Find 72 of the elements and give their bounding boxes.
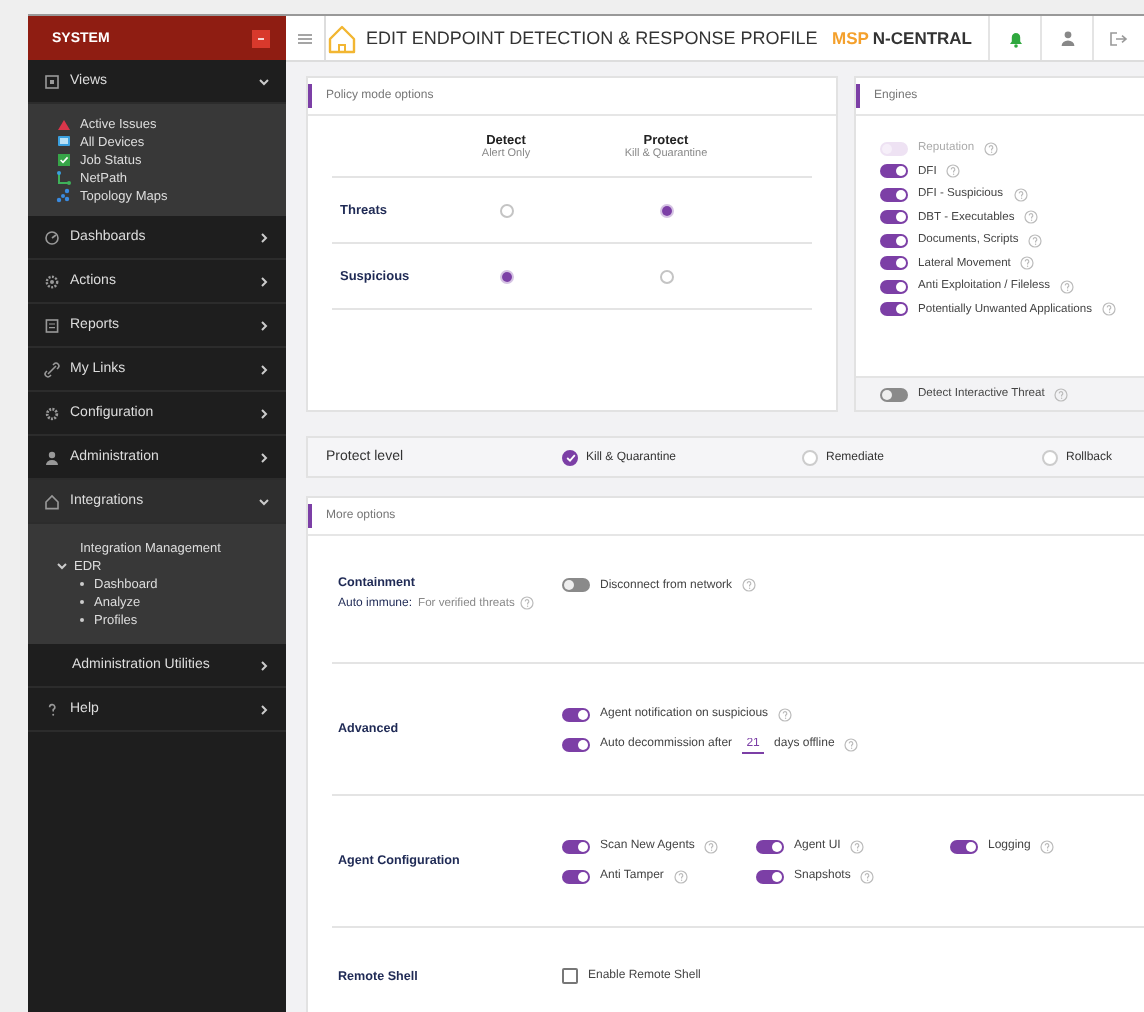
help-icon xyxy=(844,737,859,751)
menu-icon xyxy=(298,33,312,43)
chevron-icon xyxy=(258,703,270,715)
help-icon xyxy=(1013,187,1028,201)
chevron-icon xyxy=(258,231,270,243)
chevron-icon xyxy=(258,451,270,463)
checkbox[interactable] xyxy=(562,968,578,984)
gear-icon xyxy=(44,273,60,289)
toggle-switch[interactable] xyxy=(880,210,908,224)
radio-button[interactable] xyxy=(659,269,673,283)
page-title: EDIT ENDPOINT DETECTION & RESPONSE PROFILE xyxy=(366,28,820,48)
radio-button[interactable] xyxy=(562,449,578,465)
toggle-switch[interactable] xyxy=(880,387,908,401)
chevron-icon xyxy=(258,319,270,331)
help-icon xyxy=(1020,256,1035,270)
toggle-switch[interactable] xyxy=(880,233,908,247)
help-icon xyxy=(1060,279,1075,293)
help-icon xyxy=(850,839,865,853)
toggle-switch[interactable] xyxy=(880,256,908,270)
help-icon xyxy=(1040,839,1055,853)
path-icon xyxy=(56,170,72,186)
toggle-switch[interactable] xyxy=(880,164,908,178)
report-icon xyxy=(44,317,60,333)
collapse-icon[interactable] xyxy=(252,29,270,47)
help-icon xyxy=(1054,387,1069,401)
help-icon xyxy=(742,578,757,592)
toggle-switch[interactable] xyxy=(562,578,590,592)
house-icon xyxy=(326,23,358,53)
brand-prefix: MSP xyxy=(832,28,869,48)
chevron-icon xyxy=(258,363,270,375)
chevron-icon xyxy=(258,495,270,507)
help-icon xyxy=(778,707,793,721)
toggle-switch[interactable] xyxy=(562,707,590,721)
warning-icon xyxy=(56,116,72,132)
help-icon xyxy=(1028,233,1043,247)
toggle-switch[interactable] xyxy=(562,737,590,751)
toggle-switch[interactable] xyxy=(950,839,978,853)
help-icon xyxy=(1102,302,1117,316)
help-icon xyxy=(1024,210,1039,224)
help-icon xyxy=(704,839,719,853)
checklist-icon xyxy=(56,152,72,168)
toggle-switch[interactable] xyxy=(880,302,908,316)
exit-icon xyxy=(1110,31,1128,45)
toggle-switch[interactable] xyxy=(562,869,590,883)
help-icon xyxy=(946,164,961,178)
help-icon xyxy=(860,869,875,883)
bell-icon xyxy=(1007,29,1023,47)
chevron-icon xyxy=(258,75,270,87)
user-icon xyxy=(1059,30,1075,46)
toggle-switch[interactable] xyxy=(562,839,590,853)
network-icon xyxy=(56,188,72,204)
views-icon xyxy=(44,73,60,89)
chevron-icon xyxy=(258,275,270,287)
help-icon xyxy=(520,596,535,610)
toggle-switch[interactable] xyxy=(880,279,908,293)
help-icon xyxy=(984,141,999,155)
link-icon xyxy=(44,361,60,377)
monitor-icon xyxy=(56,134,72,150)
help-icon xyxy=(673,869,688,883)
gauge-icon xyxy=(44,229,60,245)
brand-name: N-CENTRAL xyxy=(872,28,972,48)
radio-button[interactable] xyxy=(499,203,513,217)
toggle-switch[interactable] xyxy=(756,869,784,883)
toggle-switch[interactable] xyxy=(880,187,908,201)
toggle-switch[interactable] xyxy=(756,839,784,853)
chevron-icon xyxy=(258,407,270,419)
user-icon xyxy=(44,449,60,465)
check-icon xyxy=(565,453,575,461)
question-icon xyxy=(44,701,60,717)
chevron-icon xyxy=(258,659,270,671)
house-icon xyxy=(44,493,60,509)
gear-icon xyxy=(44,405,60,421)
